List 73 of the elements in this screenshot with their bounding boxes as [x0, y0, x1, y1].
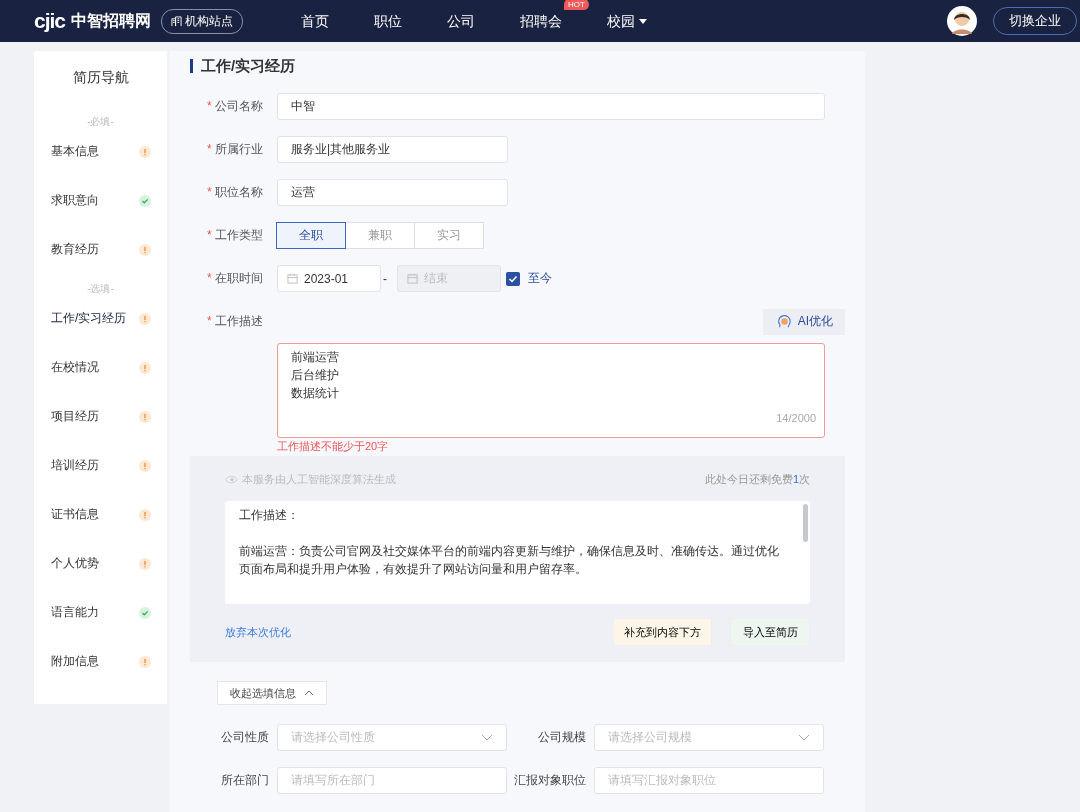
field-label: 公司名称	[214, 99, 263, 113]
section-heading: -必填-	[86, 115, 115, 129]
sidebar-item[interactable]: 教育经历	[51, 241, 99, 258]
sidebar-item[interactable]: 个人优势	[51, 555, 99, 572]
textarea-line: 前端运营	[291, 349, 340, 366]
section-title: 工作/实习经历	[190, 59, 845, 73]
collapse-button[interactable]: 收起选填信息	[217, 681, 327, 705]
field-label: 所在部门	[219, 772, 270, 789]
field-label: 职位名称	[214, 185, 263, 199]
sidebar-item[interactable]: 在校情况	[51, 359, 99, 376]
nav-link[interactable]: 首页	[301, 11, 329, 31]
caret-icon[interactable]	[639, 18, 647, 24]
site-badge[interactable]: 机构站点	[161, 8, 244, 34]
input-field[interactable]: 服务业|其他服务业	[277, 136, 508, 163]
sidebar-title: 简历导航	[71, 69, 130, 87]
sidebar-item[interactable]: 求职意向	[51, 192, 99, 209]
input-field[interactable]: 运营	[277, 179, 508, 206]
error-message: 工作描述不能少于20字	[277, 439, 390, 454]
logo-text[interactable]: 中智招聘网	[71, 10, 152, 32]
required-mark: *	[207, 271, 212, 285]
required-mark: *	[207, 314, 212, 328]
chevron-up-icon	[304, 690, 314, 696]
required-mark: *	[207, 185, 212, 199]
chevron-down-icon	[798, 734, 810, 741]
input-field[interactable]: 中智	[277, 93, 825, 120]
character-counter: 14/2000	[776, 411, 816, 426]
avatar-icon[interactable]	[947, 6, 977, 36]
required-mark: *	[207, 228, 212, 242]
field-label: 公司性质	[219, 729, 270, 746]
site-badge-label: 机构站点	[185, 12, 234, 30]
field-label: 工作类型	[214, 228, 263, 242]
field-label: 在职时间	[214, 271, 263, 285]
nav-link[interactable]: 公司	[447, 11, 475, 31]
calendar-icon	[407, 273, 418, 284]
required-mark: *	[207, 99, 212, 113]
nav-link[interactable]: 职位	[374, 11, 402, 31]
sidebar-item[interactable]: 语言能力	[51, 604, 99, 621]
section-heading: -选填-	[86, 282, 115, 296]
sidebar-item[interactable]: 培训经历	[51, 457, 99, 474]
field-label: 汇报对象职位	[513, 772, 587, 789]
description-textarea[interactable]: 前端运营 后台维护 数据统计 14/2000	[277, 343, 825, 438]
ai-optimize-button[interactable]: AI优化	[762, 308, 845, 335]
calendar-icon	[287, 273, 298, 284]
sidebar-item[interactable]: 工作/实习经历	[51, 310, 127, 327]
required-mark: *	[207, 142, 212, 156]
logo-mark[interactable]: cjic	[34, 9, 66, 33]
field-label: 所属行业	[214, 142, 263, 156]
chevron-down-icon	[481, 734, 493, 741]
nav-link[interactable]: 招聘会	[520, 11, 562, 31]
sidebar-item[interactable]: 附加信息	[51, 653, 99, 670]
building-icon	[171, 15, 183, 27]
field-label: 工作描述	[214, 314, 263, 328]
checkbox-label: 至今	[528, 270, 552, 287]
textarea-line: 后台维护	[291, 367, 340, 384]
scrollbar-thumb[interactable]	[803, 504, 808, 542]
textarea-line: 数据统计	[291, 385, 340, 402]
result-paragraph: 前端运营：负责公司官网及社交媒体平台的前端内容更新与维护，确保信息及时、准确传达。通过优化页面布局和提升用户体验，有效提升了网站访问量和用户留存率。	[239, 543, 780, 578]
ai-head-icon	[776, 314, 792, 329]
import-button[interactable]: 导入至简历	[730, 618, 810, 646]
sidebar-item[interactable]: 基本信息	[51, 143, 99, 160]
free-quota-text: 此处今日还剩免费1次	[704, 472, 810, 487]
date-field[interactable]: 2023-01	[277, 265, 381, 292]
range-separator: -	[383, 271, 387, 286]
result-paragraph: 工作描述：	[239, 507, 300, 524]
sidebar-item[interactable]: 证书信息	[51, 506, 99, 523]
segment-option[interactable]: 全职	[276, 222, 346, 249]
hot-badge: HOT	[564, 0, 589, 10]
checkbox[interactable]	[506, 271, 520, 286]
field-label: 公司规模	[537, 729, 587, 746]
nav-link[interactable]: 校园	[607, 11, 635, 31]
discard-link[interactable]: 放弃本次优化	[225, 624, 291, 640]
sidebar-item[interactable]: 项目经历	[51, 408, 99, 425]
append-button[interactable]: 补充到内容下方	[613, 618, 712, 646]
